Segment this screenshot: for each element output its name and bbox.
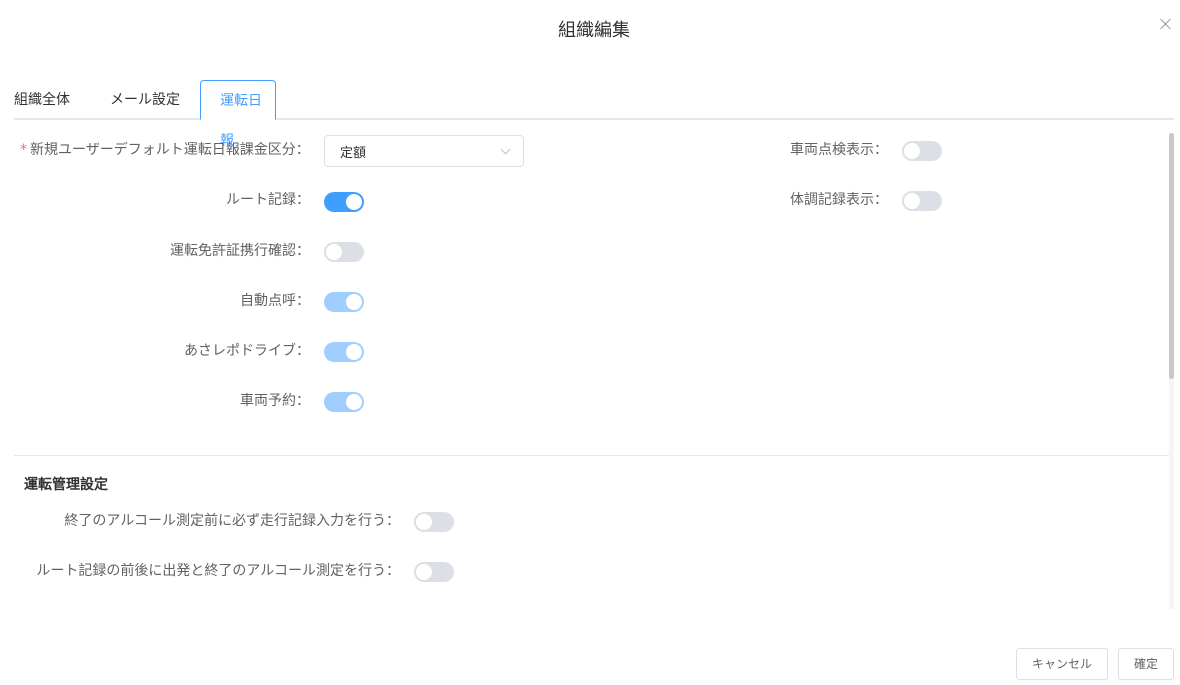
- cancel-button[interactable]: キャンセル: [1016, 648, 1108, 680]
- tab-underline: [14, 118, 1174, 120]
- switch-knob: [904, 193, 920, 209]
- required-mark: *: [20, 142, 27, 158]
- scrollbar-thumb[interactable]: [1169, 133, 1174, 379]
- switch-knob: [416, 564, 432, 580]
- billing-label: * 新規ユーザーデフォルト運転日報課金区分：: [20, 140, 310, 160]
- route-record-label: ルート記録：: [226, 192, 310, 208]
- license-check-switch[interactable]: [324, 242, 364, 262]
- switch-knob: [904, 143, 920, 159]
- management-section-title: 運転管理設定: [24, 477, 108, 493]
- switch-knob: [346, 194, 362, 210]
- vehicle-inspection-switch[interactable]: [902, 141, 942, 161]
- dialog-title: 組織編集: [558, 20, 630, 41]
- tab-bar: 組織全体 メール設定 運転日報: [0, 80, 1174, 149]
- health-record-label: 体調記録表示：: [790, 192, 888, 208]
- auto-rollcall-label: 自動点呼：: [240, 293, 310, 309]
- section-divider: [14, 455, 1170, 456]
- auto-rollcall-switch[interactable]: [324, 292, 364, 312]
- close-icon[interactable]: [1159, 17, 1173, 31]
- billing-label-text: 新規ユーザーデフォルト運転日報課金区分：: [30, 142, 310, 158]
- switch-knob: [346, 294, 362, 310]
- confirm-button[interactable]: 確定: [1118, 648, 1174, 680]
- asa-repo-drive-label: あさレポドライブ：: [184, 343, 310, 359]
- tab-mail-settings[interactable]: メール設定: [110, 80, 180, 118]
- switch-knob: [346, 394, 362, 410]
- vehicle-inspection-label: 車両点検表示：: [790, 142, 888, 158]
- management-item-label: ルート記録の前後に出発と終了のアルコール測定を行う：: [36, 563, 400, 579]
- asa-repo-drive-switch[interactable]: [324, 342, 364, 362]
- vehicle-booking-switch[interactable]: [324, 392, 364, 412]
- management-item-label: 終了のアルコール測定前に必ず走行記録入力を行う：: [64, 513, 400, 529]
- chevron-down-icon: [500, 144, 511, 155]
- billing-select[interactable]: 定額: [324, 135, 524, 167]
- tab-organization[interactable]: 組織全体: [14, 80, 70, 118]
- alcohol-around-route-switch[interactable]: [414, 562, 454, 582]
- tab-driving-report[interactable]: 運転日報: [200, 80, 276, 149]
- route-input-before-alcohol-switch[interactable]: [414, 512, 454, 532]
- health-record-switch[interactable]: [902, 191, 942, 211]
- switch-knob: [326, 244, 342, 260]
- switch-knob: [346, 344, 362, 360]
- billing-select-value: 定額: [340, 146, 367, 161]
- switch-knob: [416, 514, 432, 530]
- license-check-label: 運転免許証携行確認：: [170, 243, 310, 259]
- route-record-switch[interactable]: [324, 192, 364, 212]
- vehicle-booking-label: 車両予約：: [240, 393, 310, 409]
